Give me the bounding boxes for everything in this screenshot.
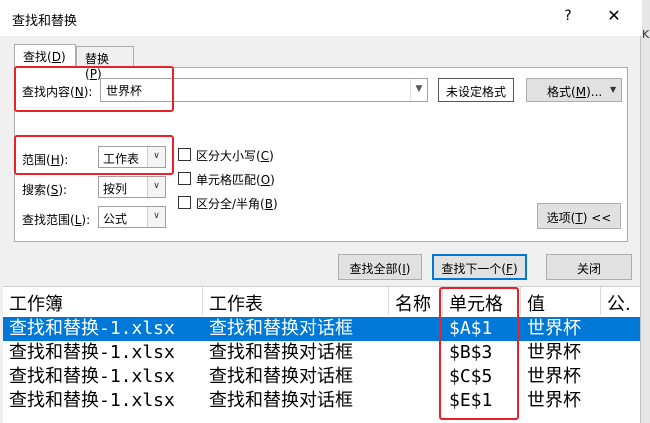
- match-entire-text: 单元格匹配: [196, 173, 257, 187]
- match-byte-label[interactable]: 区分全/半角(B): [196, 195, 278, 212]
- match-case-text: 区分大小写: [196, 149, 257, 163]
- highlight-box-cell-column: [439, 287, 519, 420]
- column-header-workbook[interactable]: 工作簿: [3, 287, 203, 315]
- match-case-key: C: [260, 149, 270, 163]
- help-button[interactable]: ?: [556, 8, 580, 28]
- row-value: 世界杯: [527, 366, 581, 387]
- look-in-value: 公式: [103, 212, 128, 226]
- row-name: [389, 389, 401, 413]
- find-all-button[interactable]: 查找全部(I): [338, 254, 422, 280]
- search-label: 搜索(S):: [22, 183, 68, 197]
- find-next-button[interactable]: 查找下一个(F): [432, 254, 527, 280]
- row-value: 世界杯: [527, 318, 581, 339]
- row-value: 世界杯: [527, 390, 581, 411]
- search-chevron-down-icon[interactable]: ∨: [147, 177, 165, 197]
- search-key: S: [50, 183, 59, 197]
- options-button-suffix: <<: [587, 211, 612, 225]
- match-byte-checkbox[interactable]: [178, 196, 191, 209]
- format-button-ellipsis: ...: [590, 85, 603, 99]
- find-next-label: 查找下一个: [441, 262, 502, 276]
- column-header-name[interactable]: 名称: [389, 287, 443, 315]
- search-text: 搜索: [22, 183, 47, 197]
- close-icon[interactable]: ✕: [600, 6, 628, 30]
- column-header-sheet[interactable]: 工作表: [203, 287, 389, 315]
- match-entire-checkbox[interactable]: [178, 172, 191, 185]
- format-button-key: M: [575, 85, 587, 99]
- table-row[interactable]: 查找和替换-1.xlsx 查找和替换对话框 $B$3 世界杯: [3, 341, 640, 365]
- format-button-label: 格式: [547, 85, 572, 99]
- row-workbook: 查找和替换-1.xlsx: [9, 342, 175, 363]
- row-sheet: 查找和替换对话框: [209, 390, 353, 411]
- table-row[interactable]: 查找和替换-1.xlsx 查找和替换对话框 $A$1 世界杯: [3, 317, 640, 341]
- tab-find[interactable]: 查找(D): [14, 44, 76, 68]
- close-button[interactable]: 关闭: [546, 254, 632, 280]
- find-all-label: 查找全部: [349, 262, 398, 276]
- format-dropdown-arrow-icon[interactable]: ▼: [610, 85, 616, 94]
- format-button[interactable]: 格式(M)...: [526, 78, 622, 102]
- row-sheet: 查找和替换对话框: [209, 318, 353, 339]
- find-all-key: I: [402, 262, 406, 276]
- match-case-checkbox[interactable]: [178, 148, 191, 161]
- title-bar: [0, 0, 642, 36]
- look-in-key: L: [74, 213, 82, 227]
- column-header-formula[interactable]: 公.: [601, 287, 640, 315]
- tab-find-key: D: [51, 50, 61, 64]
- column-header-value[interactable]: 值: [521, 287, 601, 315]
- background-text: K: [642, 28, 650, 41]
- look-in-label: 查找范围(L):: [22, 213, 91, 227]
- row-name: [389, 341, 401, 365]
- dialog-title: 查找和替换: [12, 14, 78, 29]
- results-list[interactable]: 工作簿 工作表 名称 单元格 值 公. 查找和替换-1.xlsx 查找和替换对话…: [3, 286, 640, 423]
- match-byte-text: 区分全/半角: [196, 197, 261, 211]
- background-sheet: [640, 0, 650, 423]
- highlight-box-within: [14, 135, 174, 175]
- match-case-label[interactable]: 区分大小写(C): [196, 147, 274, 164]
- table-row[interactable]: 查找和替换-1.xlsx 查找和替换对话框 $C$5 世界杯: [3, 365, 640, 389]
- match-entire-key: O: [260, 173, 271, 187]
- find-history-chevron-down-icon[interactable]: ▼: [410, 79, 427, 101]
- row-name: [389, 317, 401, 341]
- table-row[interactable]: 查找和替换-1.xlsx 查找和替换对话框 $E$1 世界杯: [3, 389, 640, 413]
- match-entire-label[interactable]: 单元格匹配(O): [196, 171, 275, 188]
- tab-find-label: 查找: [23, 50, 48, 64]
- row-workbook: 查找和替换-1.xlsx: [9, 318, 175, 339]
- row-value: 世界杯: [527, 342, 581, 363]
- row-name: [389, 365, 401, 389]
- options-button-key: T: [575, 211, 583, 225]
- row-workbook: 查找和替换-1.xlsx: [9, 390, 175, 411]
- look-in-text: 查找范围: [22, 213, 71, 227]
- look-in-chevron-down-icon[interactable]: ∨: [147, 207, 165, 227]
- match-byte-key: B: [264, 197, 273, 211]
- options-button-label: 选项: [546, 211, 571, 225]
- find-next-key: F: [506, 262, 513, 276]
- tab-replace-label: 替换: [85, 52, 110, 66]
- options-button[interactable]: 选项(T) <<: [537, 203, 621, 229]
- highlight-box-find: [14, 66, 174, 112]
- close-button-label: 关闭: [576, 262, 601, 276]
- row-sheet: 查找和替换对话框: [209, 366, 353, 387]
- format-preview: 未设定格式: [438, 78, 514, 102]
- row-workbook: 查找和替换-1.xlsx: [9, 366, 175, 387]
- tab-replace[interactable]: 替换(P): [76, 46, 134, 81]
- search-value: 按列: [103, 182, 128, 196]
- row-sheet: 查找和替换对话框: [209, 342, 353, 363]
